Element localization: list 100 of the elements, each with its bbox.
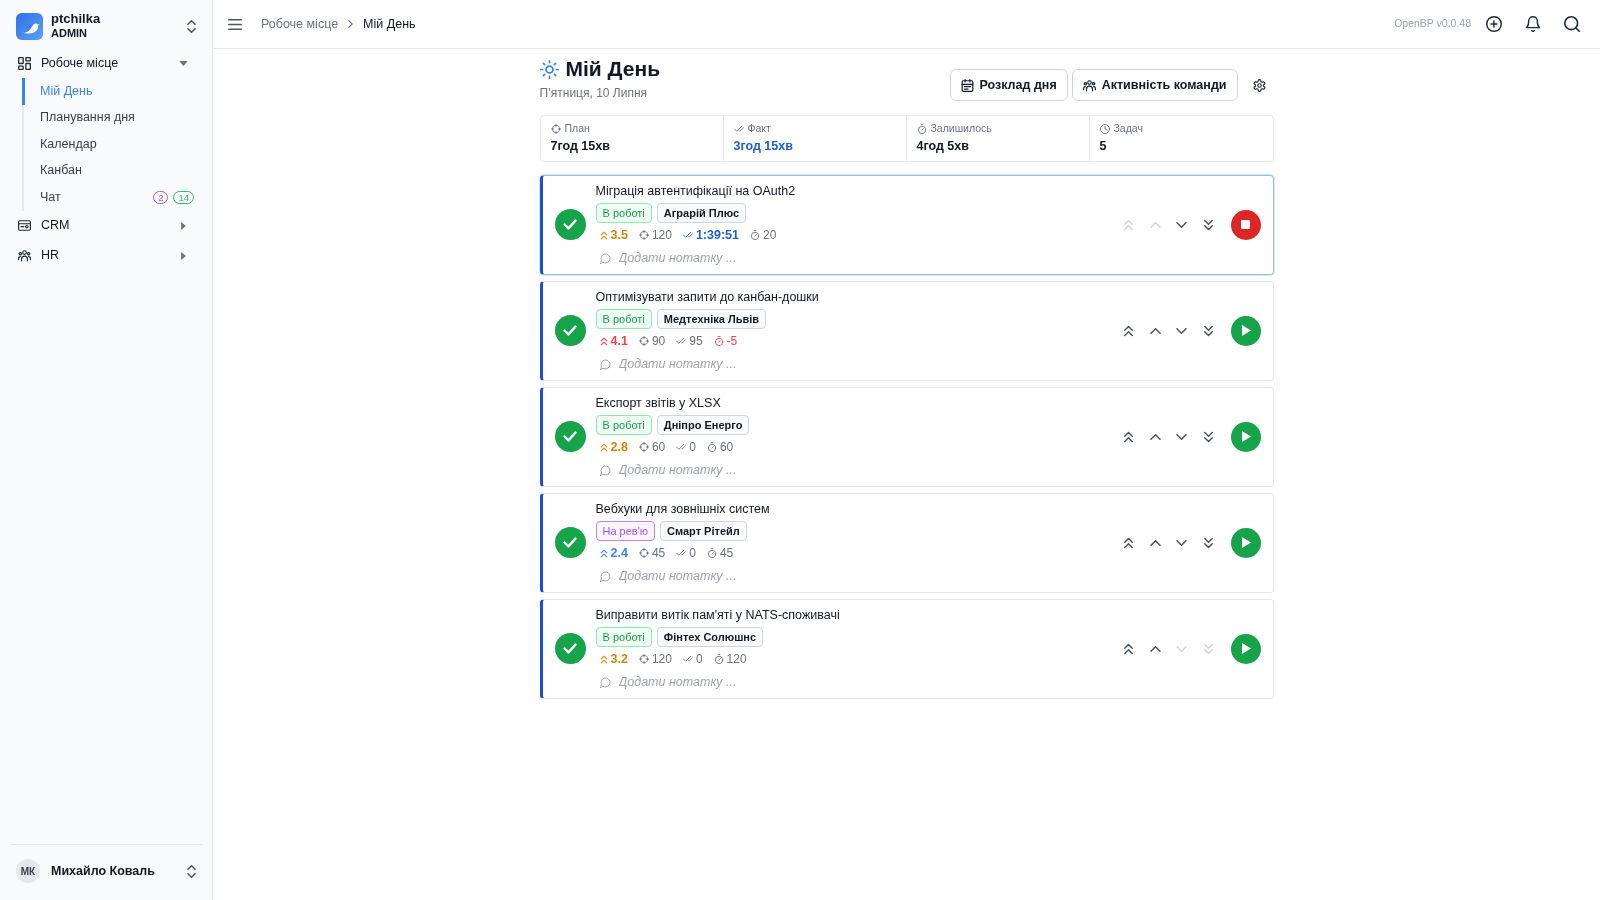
- complete-button[interactable]: [554, 421, 586, 452]
- count-badge: 14: [173, 190, 194, 204]
- stat-value: 3год 15хв: [733, 138, 794, 154]
- priority-score: 4.1: [610, 332, 628, 350]
- play-button[interactable]: [1230, 527, 1261, 558]
- remaining-minutes: -5: [726, 333, 738, 350]
- chevron-up-icon: [1149, 327, 1161, 334]
- chevron-down-icon: [1176, 327, 1188, 334]
- chevron-right-icon: [348, 20, 354, 28]
- chevrons-up-down-icon[interactable]: [187, 19, 196, 33]
- fact-time: 0: [689, 439, 696, 456]
- stopwatch-icon: [713, 654, 724, 664]
- check-icon: [563, 325, 577, 336]
- complete-button[interactable]: [554, 527, 586, 558]
- complete-button[interactable]: [554, 315, 586, 346]
- count-badge: 2: [153, 190, 169, 204]
- logo-icon: [16, 12, 43, 40]
- priority-score: 3.2: [610, 650, 628, 668]
- chevron-up-icon: [1149, 645, 1161, 652]
- plan-minutes: 120: [651, 227, 672, 244]
- play-button[interactable]: [1230, 633, 1261, 664]
- task-title: Міграція автентифікації на OAuth2: [595, 183, 797, 200]
- workspace-role: ADMIN: [51, 26, 89, 40]
- double-chevron-down-icon: [1202, 536, 1214, 549]
- user-avatar: МК: [16, 859, 40, 883]
- fact-time: 0: [689, 545, 696, 562]
- header-button[interactable]: Активність команди: [1071, 69, 1238, 101]
- task-title: Вебхуки для зовнішніх систем: [595, 501, 771, 518]
- remaining-minutes: 60: [719, 439, 734, 456]
- menu-button[interactable]: [228, 18, 242, 30]
- nav-item[interactable]: Канбан: [22, 157, 202, 184]
- play-icon: [1242, 537, 1251, 548]
- client-tag: Фінтех Солюшнс: [656, 627, 764, 647]
- double-check-icon: [682, 230, 693, 240]
- status-badge: В роботі: [595, 203, 652, 223]
- play-icon: [1242, 643, 1251, 654]
- double-check-icon: [676, 548, 687, 558]
- chevron-up-icon: [1149, 433, 1161, 440]
- nav-group-item[interactable]: CRM: [10, 210, 202, 241]
- target-icon: [638, 230, 649, 240]
- workspace-name: ptchilka: [51, 12, 101, 26]
- nav-item[interactable]: Мій День: [22, 78, 202, 105]
- nav-group-item[interactable]: Робоче місце: [10, 48, 202, 78]
- play-button[interactable]: [1230, 421, 1261, 452]
- settings-icon: [1253, 78, 1266, 92]
- priority-score: 2.4: [610, 544, 628, 562]
- double-chevron-down-icon: [1202, 324, 1214, 337]
- nav-item[interactable]: Планування дня: [22, 104, 202, 131]
- double-chevron-up-icon: [1123, 324, 1135, 337]
- status-badge: В роботі: [595, 415, 652, 435]
- search-button[interactable]: [1564, 16, 1580, 32]
- chevron-down-icon: [1176, 221, 1188, 228]
- complete-button[interactable]: [554, 633, 586, 664]
- priority-score: 2.8: [610, 438, 628, 456]
- calendar-icon: [960, 78, 974, 92]
- plan-minutes: 45: [651, 545, 666, 562]
- double-chevron-up-icon: [1123, 536, 1135, 549]
- comment-icon: [599, 252, 611, 264]
- chevrons-up-down-icon[interactable]: [187, 864, 196, 878]
- fact-time: 1:39:51: [695, 226, 739, 244]
- status-badge: В роботі: [595, 309, 652, 329]
- check-icon: [563, 537, 577, 548]
- search-icon: [1564, 16, 1580, 32]
- version-label: OpenBP v0.0.48: [1394, 16, 1471, 32]
- nav-item[interactable]: Календар: [22, 131, 202, 158]
- stop-button[interactable]: [1230, 209, 1261, 240]
- header-button[interactable]: Розклад дня: [949, 69, 1068, 101]
- breadcrumb-link[interactable]: Робоче місце: [261, 14, 339, 34]
- breadcrumb-current: Мій День: [363, 15, 416, 33]
- nav-item[interactable]: Чат 2 14: [22, 184, 202, 211]
- clock-icon: [1099, 124, 1110, 134]
- target-icon: [638, 548, 649, 558]
- stopwatch-icon: [706, 442, 717, 452]
- double-check-icon: [676, 336, 687, 346]
- nav-group-item[interactable]: HR: [10, 240, 202, 271]
- double-chevron-up-icon: [1123, 218, 1135, 231]
- page-date: П’ятниця, 10 Липня: [539, 85, 649, 101]
- remaining-minutes: 20: [763, 227, 777, 244]
- double-check-icon: [733, 124, 744, 134]
- plan-minutes: 60: [651, 439, 666, 456]
- double-chevron-down-icon: [1202, 218, 1214, 231]
- bell-icon: [1525, 16, 1541, 32]
- chevron-up-icon: [1149, 221, 1161, 228]
- comment-icon: [599, 676, 611, 688]
- client-tag: Медтехніка Львів: [656, 309, 766, 329]
- grid-icon: [18, 56, 31, 70]
- stopwatch-icon: [916, 124, 927, 134]
- status-badge: На рев'ю: [595, 521, 656, 541]
- add-button[interactable]: [1486, 16, 1502, 32]
- target-icon: [638, 336, 649, 346]
- double-chevron-up-icon: [1123, 430, 1135, 443]
- complete-button[interactable]: [554, 209, 586, 240]
- notifications-button[interactable]: [1525, 16, 1541, 32]
- stat-value: 7год 15хв: [550, 138, 611, 154]
- double-check-icon: [676, 442, 687, 452]
- play-button[interactable]: [1230, 315, 1261, 346]
- stopwatch-icon: [750, 230, 760, 240]
- people-icon: [1082, 78, 1096, 92]
- check-icon: [563, 219, 577, 230]
- page-title: Мій День: [565, 56, 661, 82]
